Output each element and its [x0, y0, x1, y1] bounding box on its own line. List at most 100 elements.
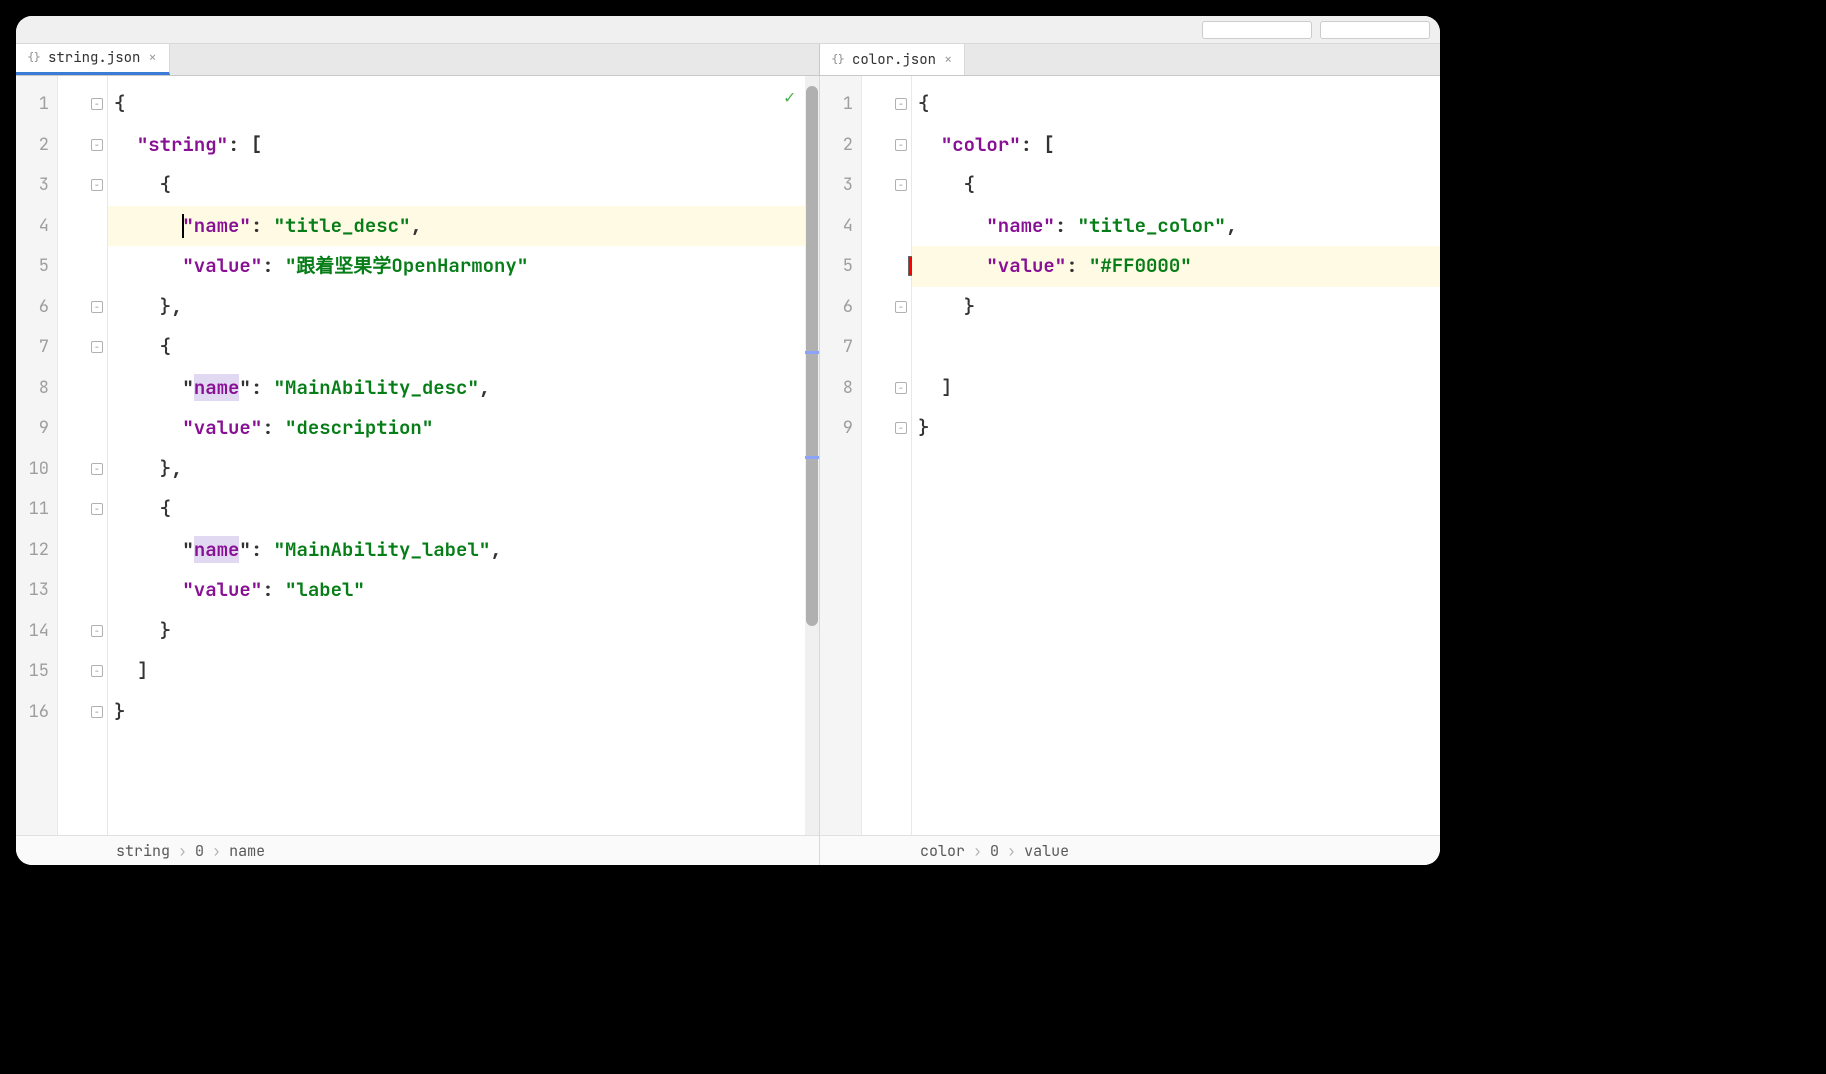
fold-toggle-icon[interactable]	[91, 179, 103, 191]
fold-toggle-icon[interactable]	[895, 382, 907, 394]
code-line[interactable]: "name": "MainAbility_label",	[108, 530, 819, 571]
code-content-left[interactable]: ✓ { "string": [ { "name": "title_desc", …	[108, 76, 819, 835]
code-line[interactable]: }	[108, 611, 819, 652]
fold-toggle-icon[interactable]	[895, 301, 907, 313]
breadcrumb-segment[interactable]: 0	[990, 841, 999, 861]
fold-line	[862, 84, 911, 125]
code-line[interactable]: "value": "#FF0000"	[912, 246, 1440, 287]
fold-line	[862, 165, 911, 206]
chevron-right-icon: ›	[973, 841, 982, 861]
fold-toggle-icon[interactable]	[91, 463, 103, 475]
breadcrumb-segment[interactable]: 0	[195, 841, 204, 861]
breadcrumb-segment[interactable]: value	[1024, 841, 1069, 861]
close-icon[interactable]: ×	[942, 51, 954, 69]
editor-pane-right: 123456789 { "color": [ { "name": "title_…	[819, 76, 1440, 865]
json-file-icon: {}	[26, 50, 42, 66]
code-line[interactable]: }	[108, 692, 819, 733]
line-number: 1	[820, 84, 861, 125]
toolbar-dropdown-1[interactable]	[1202, 21, 1312, 39]
editor-pane-left: 12345678910111213141516 ✓ { "string": [ …	[16, 76, 819, 865]
fold-gutter	[862, 76, 912, 835]
fold-toggle-icon[interactable]	[91, 98, 103, 110]
code-line[interactable]: {	[108, 327, 819, 368]
code-line[interactable]: ]	[912, 368, 1440, 409]
toolbar-dropdown-2[interactable]	[1320, 21, 1430, 39]
fold-line	[58, 408, 107, 449]
fold-toggle-icon[interactable]	[91, 706, 103, 718]
fold-toggle-icon[interactable]	[895, 179, 907, 191]
tab-label: string.json	[48, 49, 140, 67]
fold-line	[58, 368, 107, 409]
ide-window: {} string.json × {} color.json × 1234567…	[16, 16, 1440, 865]
check-icon: ✓	[784, 86, 795, 109]
code-line[interactable]: }	[912, 287, 1440, 328]
top-toolbar	[16, 16, 1440, 44]
breadcrumb-segment[interactable]: name	[229, 841, 265, 861]
code-line[interactable]	[912, 327, 1440, 368]
line-number: 5	[16, 246, 57, 287]
code-line[interactable]: {	[912, 165, 1440, 206]
code-area-right[interactable]: 123456789 { "color": [ { "name": "title_…	[820, 76, 1440, 835]
breadcrumb-left[interactable]: string › 0 › name	[16, 835, 819, 865]
fold-toggle-icon[interactable]	[91, 301, 103, 313]
code-area-left[interactable]: 12345678910111213141516 ✓ { "string": [ …	[16, 76, 819, 835]
code-line[interactable]: ]	[108, 651, 819, 692]
fold-line	[58, 246, 107, 287]
line-number: 6	[16, 287, 57, 328]
line-number: 5	[820, 246, 861, 287]
fold-line	[58, 206, 107, 247]
breadcrumb-segment[interactable]: color	[920, 841, 965, 861]
breadcrumb-segment[interactable]: string	[116, 841, 170, 861]
fold-line	[862, 327, 911, 368]
line-number: 9	[820, 408, 861, 449]
tabs-row: {} string.json × {} color.json ×	[16, 44, 1440, 76]
scrollbar-left[interactable]	[805, 76, 819, 835]
scroll-marker	[805, 351, 819, 354]
fold-toggle-icon[interactable]	[91, 341, 103, 353]
code-line[interactable]: "value": "label"	[108, 570, 819, 611]
code-line[interactable]: {	[912, 84, 1440, 125]
code-line[interactable]: },	[108, 287, 819, 328]
fold-toggle-icon[interactable]	[91, 503, 103, 515]
chevron-right-icon: ›	[1007, 841, 1016, 861]
line-number: 16	[16, 692, 57, 733]
line-number: 9	[16, 408, 57, 449]
code-line[interactable]: "string": [	[108, 125, 819, 166]
code-content-right[interactable]: { "color": [ { "name": "title_color", "v…	[912, 76, 1440, 835]
fold-toggle-icon[interactable]	[895, 422, 907, 434]
scroll-thumb[interactable]	[806, 86, 818, 626]
code-line[interactable]: {	[108, 489, 819, 530]
code-line[interactable]: "value": "跟着坚果学OpenHarmony"	[108, 246, 819, 287]
tab-string-json[interactable]: {} string.json ×	[16, 44, 170, 75]
line-number: 4	[820, 206, 861, 247]
fold-toggle-icon[interactable]	[895, 98, 907, 110]
code-line[interactable]: {	[108, 84, 819, 125]
line-number: 6	[820, 287, 861, 328]
fold-toggle-icon[interactable]	[91, 139, 103, 151]
line-number: 2	[16, 125, 57, 166]
code-line[interactable]: "color": [	[912, 125, 1440, 166]
fold-line	[58, 287, 107, 328]
fold-toggle-icon[interactable]	[895, 139, 907, 151]
line-number: 13	[16, 570, 57, 611]
code-line[interactable]: },	[108, 449, 819, 490]
line-number: 1	[16, 84, 57, 125]
code-line[interactable]: "name": "MainAbility_desc",	[108, 368, 819, 409]
fold-line	[58, 449, 107, 490]
chevron-right-icon: ›	[178, 841, 187, 861]
fold-toggle-icon[interactable]	[91, 625, 103, 637]
tab-color-json[interactable]: {} color.json ×	[820, 44, 965, 75]
code-line[interactable]: "name": "title_color",	[912, 206, 1440, 247]
code-line[interactable]: }	[912, 408, 1440, 449]
split-editor: 12345678910111213141516 ✓ { "string": [ …	[16, 76, 1440, 865]
code-line[interactable]: {	[108, 165, 819, 206]
tab-label: color.json	[852, 51, 936, 69]
code-line[interactable]: "name": "title_desc",	[108, 206, 819, 247]
breadcrumb-right[interactable]: color › 0 › value	[820, 835, 1440, 865]
fold-toggle-icon[interactable]	[91, 665, 103, 677]
close-icon[interactable]: ×	[146, 49, 158, 67]
code-line[interactable]: "value": "description"	[108, 408, 819, 449]
chevron-right-icon: ›	[212, 841, 221, 861]
line-number-gutter: 123456789	[820, 76, 862, 835]
fold-gutter	[58, 76, 108, 835]
